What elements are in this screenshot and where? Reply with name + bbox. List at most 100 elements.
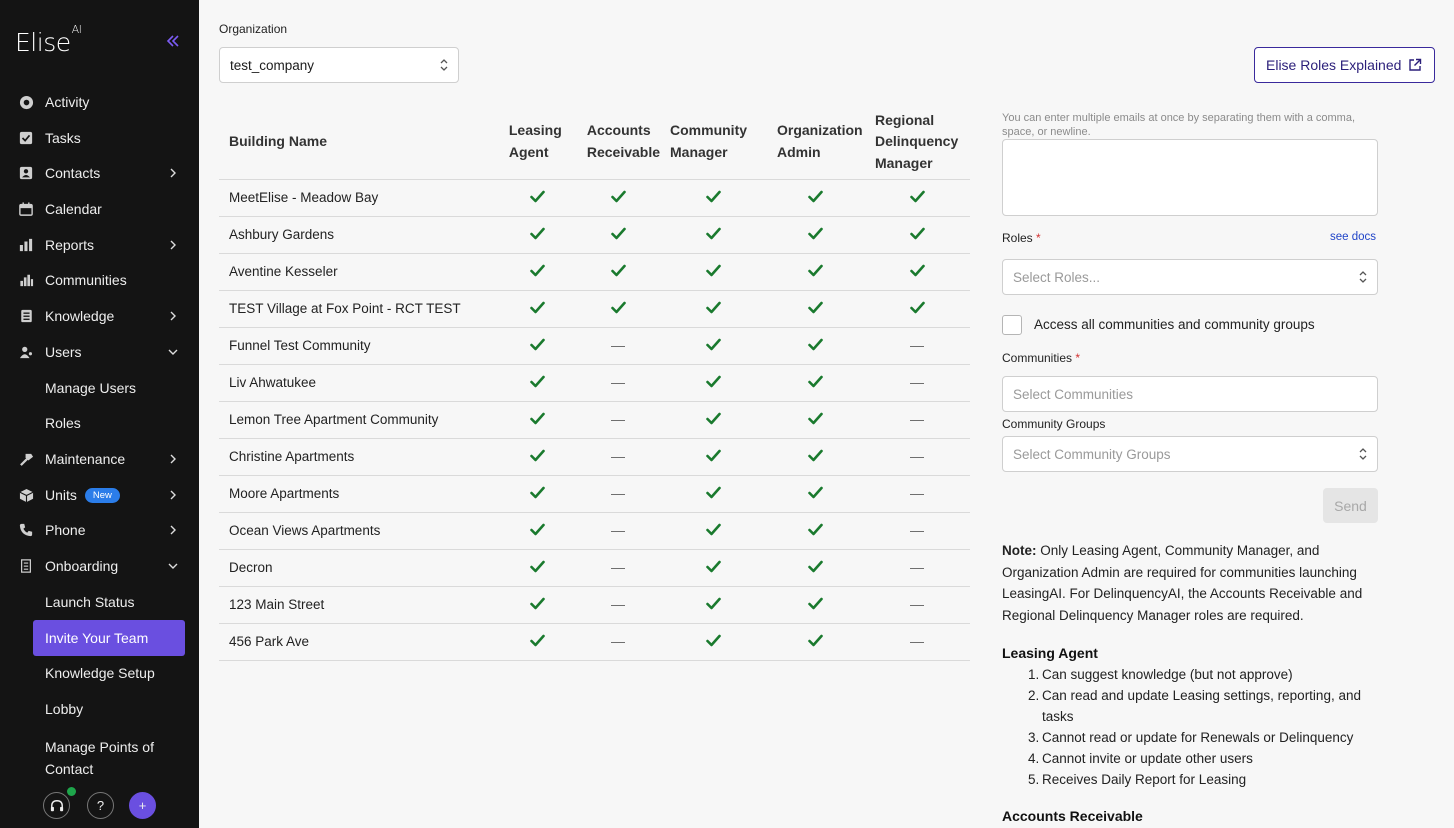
check-icon (706, 560, 721, 572)
sidebar-item-communities[interactable]: Communities (0, 263, 199, 297)
check-icon (611, 301, 626, 313)
check-icon (530, 301, 546, 313)
sidebar-sub-launch-status[interactable]: Launch Status (45, 594, 135, 610)
sidebar-sub-lobby[interactable]: Lobby (45, 701, 83, 717)
sidebar-item-users[interactable]: Users (0, 335, 199, 369)
col-building-name: Building Name (219, 105, 499, 180)
add-button[interactable]: + (129, 792, 156, 819)
help-button[interactable]: ? (87, 792, 114, 819)
select-arrows-icon (1359, 271, 1367, 283)
role-cell (576, 179, 661, 217)
chevron-down-icon (168, 349, 178, 355)
role-cell (660, 512, 767, 550)
check-icon (706, 412, 721, 424)
headset-icon (50, 799, 63, 811)
building-name-cell: Funnel Test Community (219, 327, 499, 365)
check-icon (530, 190, 546, 202)
check-icon (706, 523, 721, 535)
role-cell (576, 512, 661, 550)
chevron-right-icon (170, 490, 176, 500)
no-access-dash (611, 567, 626, 570)
sidebar-sub-invite-your-team[interactable]: Invite Your Team (33, 620, 185, 656)
sidebar-item-reports[interactable]: Reports (0, 228, 199, 262)
organization-value: test_company (230, 57, 315, 73)
sidebar-item-activity[interactable]: Activity (0, 85, 199, 119)
role-cell (864, 179, 970, 217)
sidebar-item-contacts[interactable]: Contacts (0, 156, 199, 190)
check-icon (808, 301, 824, 313)
list-item: 3. Cannot read or update for Renewals or … (1028, 730, 1354, 745)
no-access-dash (611, 530, 626, 533)
box-icon (18, 487, 34, 503)
sidebar-sub-manage-users[interactable]: Manage Users (45, 380, 136, 396)
phone-icon (18, 522, 34, 538)
elise-roles-explained-button[interactable]: Elise Roles Explained (1254, 47, 1435, 83)
chevron-right-icon (170, 168, 176, 178)
sidebar-item-label: Phone (45, 522, 86, 538)
check-icon (808, 338, 824, 350)
check-icon (808, 560, 824, 572)
sidebar-item-onboarding[interactable]: Onboarding (0, 549, 199, 583)
check-icon (530, 412, 546, 424)
building-name-cell: Lemon Tree Apartment Community (219, 401, 499, 439)
role-cell (660, 327, 767, 365)
building-name-cell: 123 Main Street (219, 586, 499, 624)
sidebar-item-phone[interactable]: Phone (0, 513, 199, 547)
table-row: Ashbury Gardens (219, 216, 970, 254)
organization-label: Organization (219, 22, 288, 36)
role-cell (660, 179, 767, 217)
community-groups-select[interactable]: Select Community Groups (1002, 436, 1378, 472)
sidebar-item-label: Knowledge (45, 308, 115, 324)
sidebar-sub-manage-points-of-contact[interactable]: Manage Points of Contact (45, 736, 154, 780)
organization-select[interactable]: test_company (219, 47, 459, 83)
email-input[interactable] (1002, 139, 1378, 216)
sidebar-item-knowledge[interactable]: Knowledge (0, 299, 199, 333)
support-headset-button[interactable] (43, 792, 70, 819)
role-cell (864, 253, 970, 291)
role-permissions-table: Building Name Leasing Agent Accounts Recei… (219, 105, 970, 661)
role-cell (767, 253, 865, 291)
check-icon (611, 264, 626, 276)
sidebar-item-units[interactable]: Units New (0, 478, 199, 512)
sidebar-sub-roles[interactable]: Roles (45, 415, 81, 431)
building-name-cell: Aventine Kesseler (219, 253, 499, 291)
table-row: Ocean Views Apartments (219, 512, 970, 550)
table-row: Lemon Tree Apartment Community (219, 401, 970, 439)
check-icon (706, 449, 721, 461)
sidebar-sub-knowledge-setup[interactable]: Knowledge Setup (45, 665, 155, 681)
no-access-dash (910, 382, 925, 385)
role-cell (767, 549, 865, 587)
role-cell (498, 586, 577, 624)
no-access-dash (611, 493, 626, 496)
building-name-cell: 456 Park Ave (219, 623, 499, 661)
check-icon (910, 227, 925, 239)
new-badge: New (84, 488, 120, 504)
sidebar-item-maintenance[interactable]: Maintenance (0, 442, 199, 476)
role-cell (864, 216, 970, 254)
sidebar-item-tasks[interactable]: Tasks (0, 121, 199, 155)
list-item: 1. Can suggest knowledge (but not approve… (1028, 667, 1293, 682)
role-cell (498, 512, 577, 550)
check-icon (808, 375, 824, 387)
check-icon (530, 523, 546, 535)
roles-select[interactable]: Select Roles... (1002, 259, 1378, 295)
role-cell (767, 327, 865, 365)
table-row: Decron (219, 549, 970, 587)
see-docs-link[interactable]: see docs (1330, 231, 1376, 243)
send-button[interactable]: Send (1323, 488, 1378, 523)
check-icon (808, 486, 824, 498)
building-icon (18, 558, 34, 574)
role-cell (864, 438, 970, 476)
role-cell (498, 438, 577, 476)
sidebar-item-calendar[interactable]: Calendar (0, 192, 199, 226)
role-cell (498, 475, 577, 513)
role-cell (767, 586, 865, 624)
table-row: 456 Park Ave (219, 623, 970, 661)
building-name-cell: TEST Village at Fox Point - RCT TEST (219, 290, 499, 328)
communities-select[interactable]: Select Communities (1002, 376, 1378, 412)
check-icon (611, 227, 626, 239)
select-arrows-icon (440, 59, 448, 71)
role-cell (767, 364, 865, 402)
collapse-sidebar-icon[interactable] (165, 33, 181, 49)
access-all-checkbox[interactable] (1002, 315, 1022, 335)
